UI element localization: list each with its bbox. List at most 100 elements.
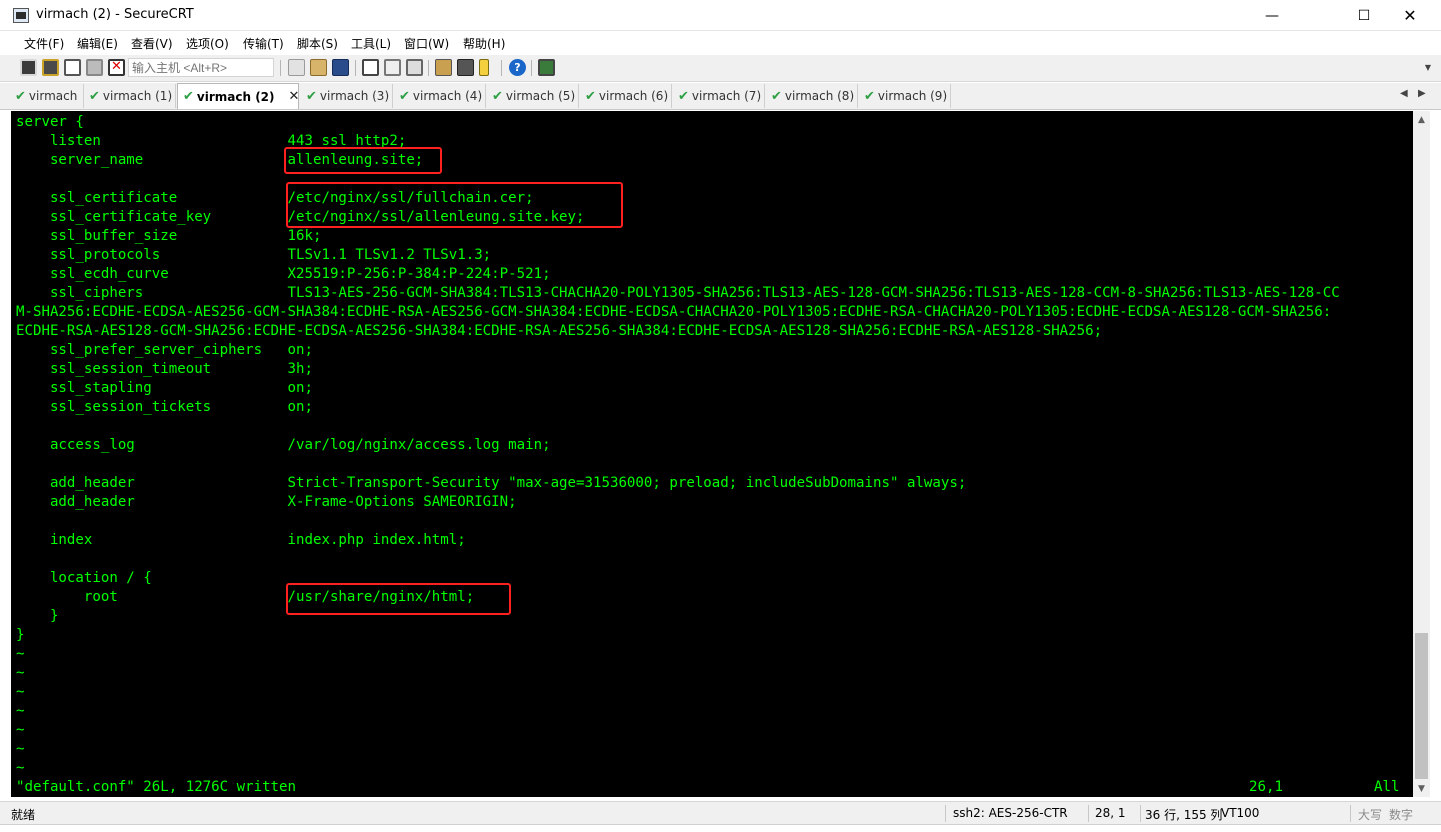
menu-window[interactable]: 窗口(W) (404, 35, 449, 52)
terminal-line: index index.php index.html; (16, 532, 466, 548)
menu-tools[interactable]: 工具(L) (351, 35, 391, 52)
highlight-root-path (286, 583, 511, 615)
status-size: 36 行, 155 列 (1145, 808, 1223, 822)
tab-virmach-1[interactable]: ✔ virmach (1) (84, 84, 176, 108)
scroll-down-icon[interactable]: ▼ (1413, 780, 1430, 797)
terminal-line: ~ (16, 741, 25, 757)
tab-close-icon[interactable]: ✕ (289, 89, 300, 104)
tab-virmach[interactable]: ✔ virmach (10, 84, 84, 108)
toolbar-separator (501, 60, 502, 76)
tab-virmach-2[interactable]: ✔ virmach (2) ✕ (177, 83, 299, 109)
menu-file[interactable]: 文件(F) (24, 35, 64, 52)
status-separator (1140, 805, 1141, 822)
terminal-line: ssl_session_tickets on; (16, 399, 313, 415)
terminal-line: ssl_ciphers TLS13-AES-256-GCM-SHA384:TLS… (16, 285, 1340, 301)
terminal-line: } (16, 627, 25, 643)
print-setup-icon[interactable] (384, 59, 401, 76)
status-bar: 就绪 ssh2: AES-256-CTR 28, 1 36 行, 155 列 V… (0, 801, 1441, 824)
tab-virmach-7[interactable]: ✔ virmach (7) (673, 84, 765, 108)
terminal-scrollbar[interactable]: ▲ ▼ (1413, 111, 1430, 797)
tab-virmach-6[interactable]: ✔ virmach (6) (580, 84, 672, 108)
maximize-button[interactable]: ☐ (1341, 0, 1387, 31)
session-options-icon[interactable] (435, 59, 452, 76)
menu-help[interactable]: 帮助(H) (463, 35, 505, 52)
vim-status-line: "default.conf" 26L, 1276C written (16, 779, 297, 795)
menu-edit[interactable]: 编辑(E) (77, 35, 118, 52)
connect-icon[interactable] (20, 59, 37, 76)
screenshot-icon[interactable] (538, 59, 555, 76)
terminal-line: } (16, 608, 59, 624)
menu-options[interactable]: 选项(O) (186, 35, 229, 52)
securecrt-app-icon (13, 8, 29, 23)
terminal-line: ~ (16, 665, 25, 681)
status-terminal-type: VT100 (1221, 806, 1260, 820)
disconnect-icon[interactable]: ✕ (108, 59, 125, 76)
tab-label: virmach (3) (319, 89, 390, 103)
menu-bar: 文件(F) 编辑(E) 查看(V) 选项(O) 传输(T) 脚本(S) 工具(L… (0, 31, 1441, 55)
connected-check-icon: ✔ (864, 88, 875, 104)
connected-check-icon: ✔ (585, 88, 596, 104)
tab-virmach-4[interactable]: ✔ virmach (4) (394, 84, 486, 108)
terminal-screen[interactable]: server { listen 443 ssl http2; server_na… (11, 111, 1413, 797)
minimize-button[interactable]: — (1249, 0, 1295, 31)
terminal-line: ~ (16, 684, 25, 700)
connect-in-tab-icon[interactable] (64, 59, 81, 76)
terminal-line: add_header X-Frame-Options SAMEORIGIN; (16, 494, 517, 510)
quick-connect-icon[interactable] (42, 59, 59, 76)
tab-label: virmach (7) (691, 89, 762, 103)
status-caps: 大写 (1358, 808, 1383, 822)
menu-script[interactable]: 脚本(S) (297, 35, 338, 52)
keymap-icon[interactable] (479, 59, 489, 76)
tab-label: virmach (1) (102, 89, 173, 103)
tab-virmach-8[interactable]: ✔ virmach (8) (766, 84, 858, 108)
reconnect-icon[interactable] (86, 59, 103, 76)
tab-virmach-5[interactable]: ✔ virmach (5) (487, 84, 579, 108)
copy-icon[interactable] (288, 59, 305, 76)
connected-check-icon: ✔ (183, 89, 194, 104)
find-icon[interactable] (332, 59, 349, 76)
tab-scroll-right-icon[interactable]: ▶ (1418, 88, 1426, 99)
connected-check-icon: ✔ (306, 88, 317, 104)
terminal-line: ssl_ecdh_curve X25519:P-256:P-384:P-224:… (16, 266, 551, 282)
connected-check-icon: ✔ (89, 88, 100, 104)
print-icon[interactable] (362, 59, 379, 76)
connected-check-icon: ✔ (678, 88, 689, 104)
terminal-line: location / { (16, 570, 152, 586)
vim-cursor-position: 26,1 (1249, 779, 1283, 795)
tab-virmach-3[interactable]: ✔ virmach (3) (301, 84, 393, 108)
tab-label: virmach (9) (877, 89, 948, 103)
menu-transfer[interactable]: 传输(T) (243, 35, 284, 52)
tab-label: virmach (5) (505, 89, 576, 103)
terminal-line: ~ (16, 722, 25, 738)
toolbar-separator (531, 60, 532, 76)
help-icon[interactable]: ? (509, 59, 526, 76)
highlight-server-name (284, 147, 442, 174)
terminal-line: ssl_prefer_server_ciphers on; (16, 342, 313, 358)
toolbar-separator (428, 60, 429, 76)
global-options-icon[interactable] (457, 59, 474, 76)
window-title: virmach (2) - SecureCRT (36, 7, 194, 22)
connected-check-icon: ✔ (492, 88, 503, 104)
highlight-ssl-certificate-paths (286, 182, 623, 228)
close-button[interactable]: ✕ (1387, 0, 1433, 31)
tab-scroll-left-icon[interactable]: ◀ (1400, 88, 1408, 99)
scroll-up-icon[interactable]: ▲ (1413, 111, 1430, 128)
background-window-strip (0, 824, 1441, 832)
toolbar-separator (280, 60, 281, 76)
terminal-line: ssl_protocols TLSv1.1 TLSv1.2 TLSv1.3; (16, 247, 492, 263)
toolbar-overflow-icon[interactable]: ▼ (1425, 63, 1431, 72)
vim-scroll-position: All (1374, 779, 1400, 795)
menu-view[interactable]: 查看(V) (131, 35, 173, 52)
paste-icon[interactable] (310, 59, 327, 76)
status-separator (1350, 805, 1351, 822)
tab-label: virmach (8) (784, 89, 855, 103)
status-separator (945, 805, 946, 822)
host-input[interactable] (128, 58, 274, 77)
terminal-line: add_header Strict-Transport-Security "ma… (16, 475, 967, 491)
tab-virmach-9[interactable]: ✔ virmach (9) (859, 84, 951, 108)
toolbar-separator (355, 60, 356, 76)
print-selection-icon[interactable] (406, 59, 423, 76)
tab-label: virmach (4) (412, 89, 483, 103)
scroll-thumb[interactable] (1415, 633, 1428, 779)
tab-label: virmach (2) (196, 89, 275, 104)
